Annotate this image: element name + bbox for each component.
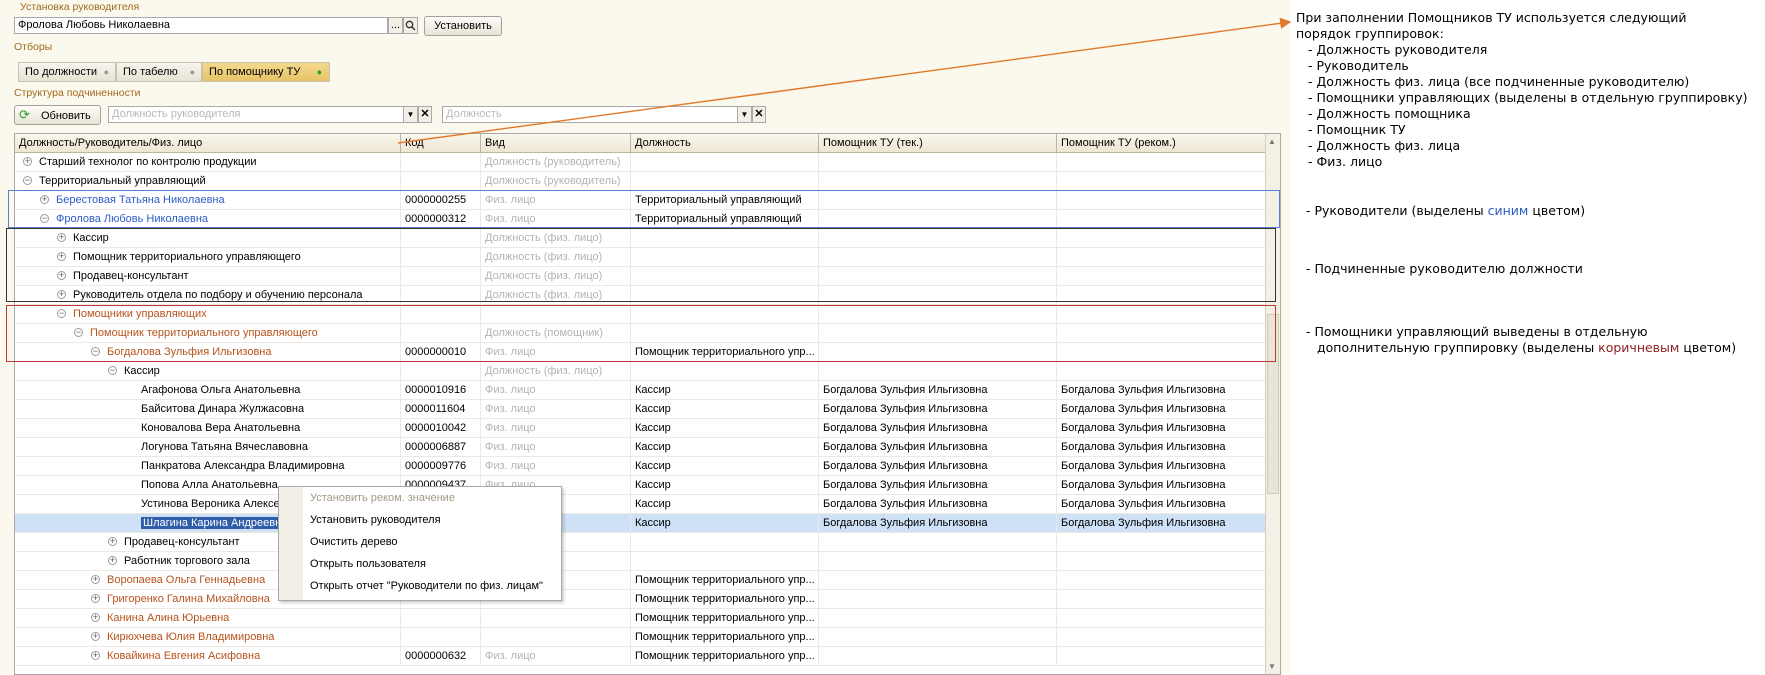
- assistants-note-line: - Помощники управляющий выведены в отдел…: [1306, 324, 1648, 339]
- subordinates-note: - Подчиненные руководителю должности: [1306, 261, 1583, 276]
- grouping-list: - Должность руководителя - Руководитель - …: [1296, 42, 1747, 170]
- grouping-list-item: - Помощник ТУ: [1308, 122, 1406, 137]
- grouping-list-item: - Должность руководителя: [1308, 42, 1488, 57]
- grouping-list-item: - Должность помощника: [1308, 106, 1471, 121]
- grouping-list-item: - Руководитель: [1308, 58, 1409, 73]
- grouping-list-item: - Должность физ. лица (все подчиненные р…: [1308, 74, 1690, 89]
- grouping-note-line: порядок группировок:: [1296, 26, 1444, 41]
- grouping-list-item: - Должность физ. лица: [1308, 138, 1461, 153]
- grouping-note-line: При заполнении Помощников ТУ используетс…: [1296, 10, 1687, 25]
- grouping-note: При заполнении Помощников ТУ используетс…: [1296, 10, 1747, 170]
- grouping-list-item: - Физ. лицо: [1308, 154, 1383, 169]
- assistants-note: - Помощники управляющий выведены в отдел…: [1306, 324, 1737, 355]
- managers-note: - Руководители (выделены синим цветом): [1306, 203, 1586, 218]
- grouping-list-item: - Помощники управляющих (выделены в отде…: [1308, 90, 1748, 105]
